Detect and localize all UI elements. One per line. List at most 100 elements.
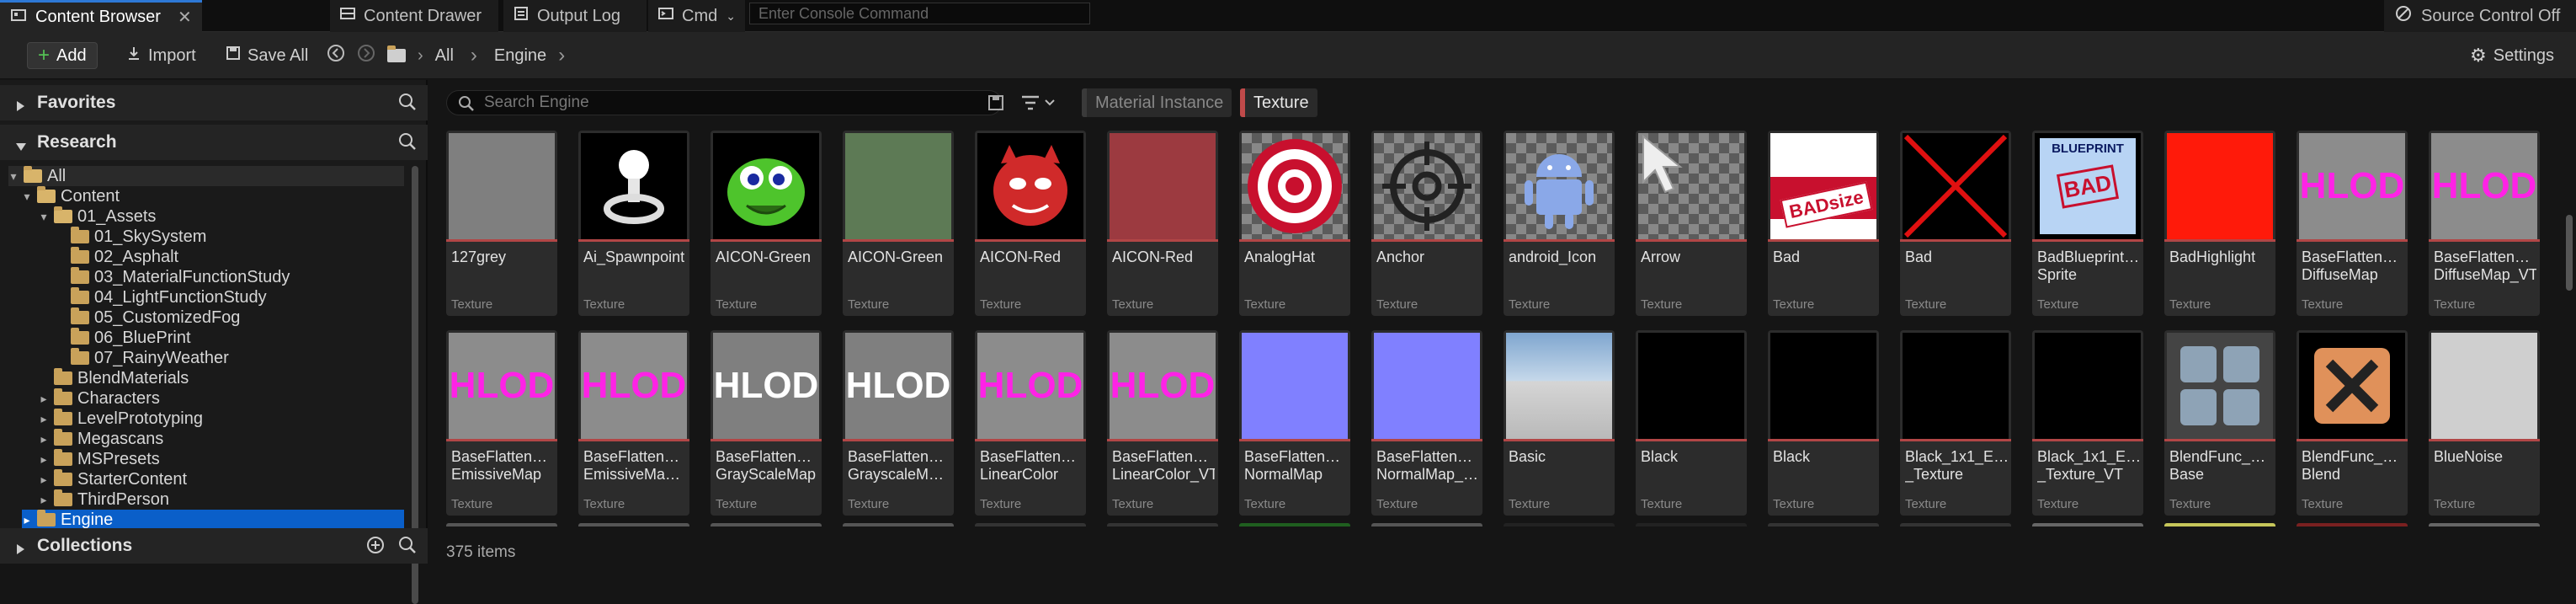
favorites-header[interactable]: Favorites (0, 85, 428, 120)
asset-scrollbar[interactable] (2566, 215, 2573, 291)
import-button[interactable]: Import (126, 42, 196, 69)
search-icon[interactable] (397, 131, 418, 157)
asset-card[interactable]: HLOD BaseFlatten… GrayScaleMap Texture (711, 330, 822, 516)
asset-card-partial[interactable] (1900, 523, 2011, 526)
tree-item-startercontent[interactable]: ▸ StarterContent (39, 469, 187, 489)
asset-card[interactable]: Black_1x1_E… _Texture_VT Texture (2032, 330, 2143, 516)
asset-card[interactable]: HLOD BaseFlatten… DiffuseMap Texture (2297, 131, 2408, 316)
asset-card[interactable]: BlendFunc_… Base Texture (2164, 330, 2275, 516)
asset-card[interactable]: BlendFunc_… Blend Texture (2297, 330, 2408, 516)
tab-content-browser[interactable]: Content Browser ✕ (0, 0, 202, 32)
asset-card[interactable]: Black_1x1_E… _Texture Texture (1900, 330, 2011, 516)
search-icon[interactable] (397, 92, 418, 117)
asset-card-partial[interactable] (975, 523, 1086, 526)
save-search-icon[interactable] (987, 94, 1005, 116)
asset-card[interactable]: AICON-Red Texture (975, 131, 1086, 316)
tree-item-characters[interactable]: ▸ Characters (39, 388, 160, 409)
tree-item-03-materialfunctionstudy[interactable]: 03_MaterialFunctionStudy (71, 267, 290, 287)
asset-card[interactable]: Arrow Texture (1636, 131, 1747, 316)
breadcrumb-item-engine[interactable]: Engine (494, 46, 546, 66)
asset-card[interactable]: BadHighlight Texture (2164, 131, 2275, 316)
asset-card[interactable]: HLOD BaseFlatten… LinearColor Texture (975, 330, 1086, 516)
asset-card[interactable]: BLUEPRINT BAD BadBlueprint… Sprite Texture (2032, 131, 2143, 316)
source-control-button[interactable]: Source Control Off (2384, 0, 2576, 32)
asset-card[interactable]: Ai_Spawnpoint Texture (578, 131, 689, 316)
asset-card-partial[interactable] (1239, 523, 1350, 526)
asset-card[interactable]: Basic Texture (1504, 330, 1615, 516)
collections-header[interactable]: Collections (0, 528, 428, 564)
asset-card[interactable]: AICON-Red Texture (1107, 131, 1218, 316)
research-header[interactable]: Research (0, 125, 428, 160)
breadcrumb-item-all[interactable]: All (435, 46, 454, 66)
asset-card-partial[interactable] (578, 523, 689, 526)
tree-item-all[interactable]: ▾ All (8, 166, 404, 186)
forward-button[interactable] (357, 42, 375, 69)
asset-card[interactable]: BaseFlatten… NormalMap Texture (1239, 330, 1350, 516)
asset-card[interactable]: AICON-Green Texture (843, 131, 954, 316)
asset-card-partial[interactable] (1504, 523, 1615, 526)
console-input[interactable]: Enter Console Command (749, 3, 1090, 24)
asset-type: Texture (1244, 297, 1286, 312)
filter-chip-material-instance[interactable]: Material Instance (1082, 88, 1232, 117)
asset-card[interactable]: AnalogHat Texture (1239, 131, 1350, 316)
asset-card[interactable]: BADsize Bad Texture (1768, 131, 1879, 316)
asset-card[interactable]: AICON-Green Texture (711, 131, 822, 316)
asset-card[interactable]: Bad Texture (1900, 131, 2011, 316)
tree-item-07-rainyweather[interactable]: 07_RainyWeather (71, 348, 229, 368)
asset-card-partial[interactable] (446, 523, 557, 526)
tree-item-levelprototyping[interactable]: ▸ LevelPrototyping (39, 409, 203, 429)
asset-card-partial[interactable] (1768, 523, 1879, 526)
asset-card[interactable]: Black Texture (1636, 330, 1747, 516)
asset-card[interactable]: BaseFlatten… NormalMap_… Texture (1371, 330, 1482, 516)
add-button[interactable]: + Add (27, 42, 98, 69)
asset-card-partial[interactable] (843, 523, 954, 526)
asset-card[interactable]: HLOD BaseFlatten… LinearColor_VT Texture (1107, 330, 1218, 516)
asset-card[interactable]: HLOD BaseFlatten… DiffuseMap_VT Texture (2429, 131, 2540, 316)
asset-card-partial[interactable] (1107, 523, 1218, 526)
asset-card[interactable]: HLOD BaseFlatten… GrayscaleM… Texture (843, 330, 954, 516)
back-button[interactable] (327, 42, 345, 69)
asset-card-partial[interactable] (1371, 523, 1482, 526)
tab-output-log[interactable]: Output Log (503, 0, 647, 32)
asset-card-partial[interactable] (1636, 523, 1747, 526)
asset-thumbnail (2035, 333, 2141, 439)
asset-card[interactable]: BlueNoise Texture (2429, 330, 2540, 516)
save-all-button[interactable]: Save All (226, 42, 308, 69)
filter-icon[interactable] (1020, 93, 1059, 117)
tree-item-06-blueprint[interactable]: 06_BluePrint (71, 328, 191, 348)
tree-item-mspresets[interactable]: ▸ MSPresets (39, 449, 160, 469)
asset-card[interactable]: Anchor Texture (1371, 131, 1482, 316)
tree-item-thirdperson[interactable]: ▸ ThirdPerson (39, 489, 169, 510)
asset-card[interactable]: Black Texture (1768, 330, 1879, 516)
tree-item-megascans[interactable]: ▸ Megascans (39, 429, 163, 449)
settings-button[interactable]: ⚙ Settings (2470, 42, 2554, 69)
tree-item-02-asphalt[interactable]: 02_Asphalt (71, 247, 178, 267)
asset-card-partial[interactable] (2164, 523, 2275, 526)
asset-thumbnail: HLOD (2431, 133, 2537, 239)
asset-card[interactable]: android_Icon Texture (1504, 131, 1615, 316)
asset-card[interactable]: HLOD BaseFlatten… EmissiveMap Texture (446, 330, 557, 516)
add-collection-icon[interactable] (365, 535, 386, 560)
asset-card-partial[interactable] (2429, 523, 2540, 526)
tree-item-05-customizedfog[interactable]: 05_CustomizedFog (71, 307, 240, 328)
asset-name: BlendFunc_… Base (2169, 448, 2266, 483)
search-input[interactable]: Search Engine (446, 90, 1002, 115)
tree-item-engine[interactable]: ▸ Engine (22, 510, 404, 530)
close-icon[interactable]: ✕ (178, 7, 192, 28)
tab-content-drawer[interactable]: Content Drawer (330, 0, 498, 32)
asset-card[interactable]: 127grey Texture (446, 131, 557, 316)
search-icon[interactable] (397, 535, 418, 560)
tree-item-content[interactable]: ▾ Content (22, 186, 120, 206)
asset-card-partial[interactable] (2032, 523, 2143, 526)
filter-chip-texture[interactable]: Texture (1240, 88, 1317, 117)
tree-item-blendmaterials[interactable]: BlendMaterials (54, 368, 189, 388)
tree-item-01-assets[interactable]: ▾ 01_Assets (39, 206, 156, 227)
tree-item-01-skysystem[interactable]: 01_SkySystem (71, 227, 206, 247)
cmd-dropdown[interactable]: Cmd ⌄ (648, 0, 745, 32)
asset-name: BlueNoise (2434, 448, 2504, 465)
asset-name: 127grey (451, 249, 507, 265)
asset-card-partial[interactable] (711, 523, 822, 526)
tree-item-04-lightfunctionstudy[interactable]: 04_LightFunctionStudy (71, 287, 267, 307)
asset-card[interactable]: HLOD BaseFlatten… EmissiveMa… Texture (578, 330, 689, 516)
asset-card-partial[interactable] (2297, 523, 2408, 526)
